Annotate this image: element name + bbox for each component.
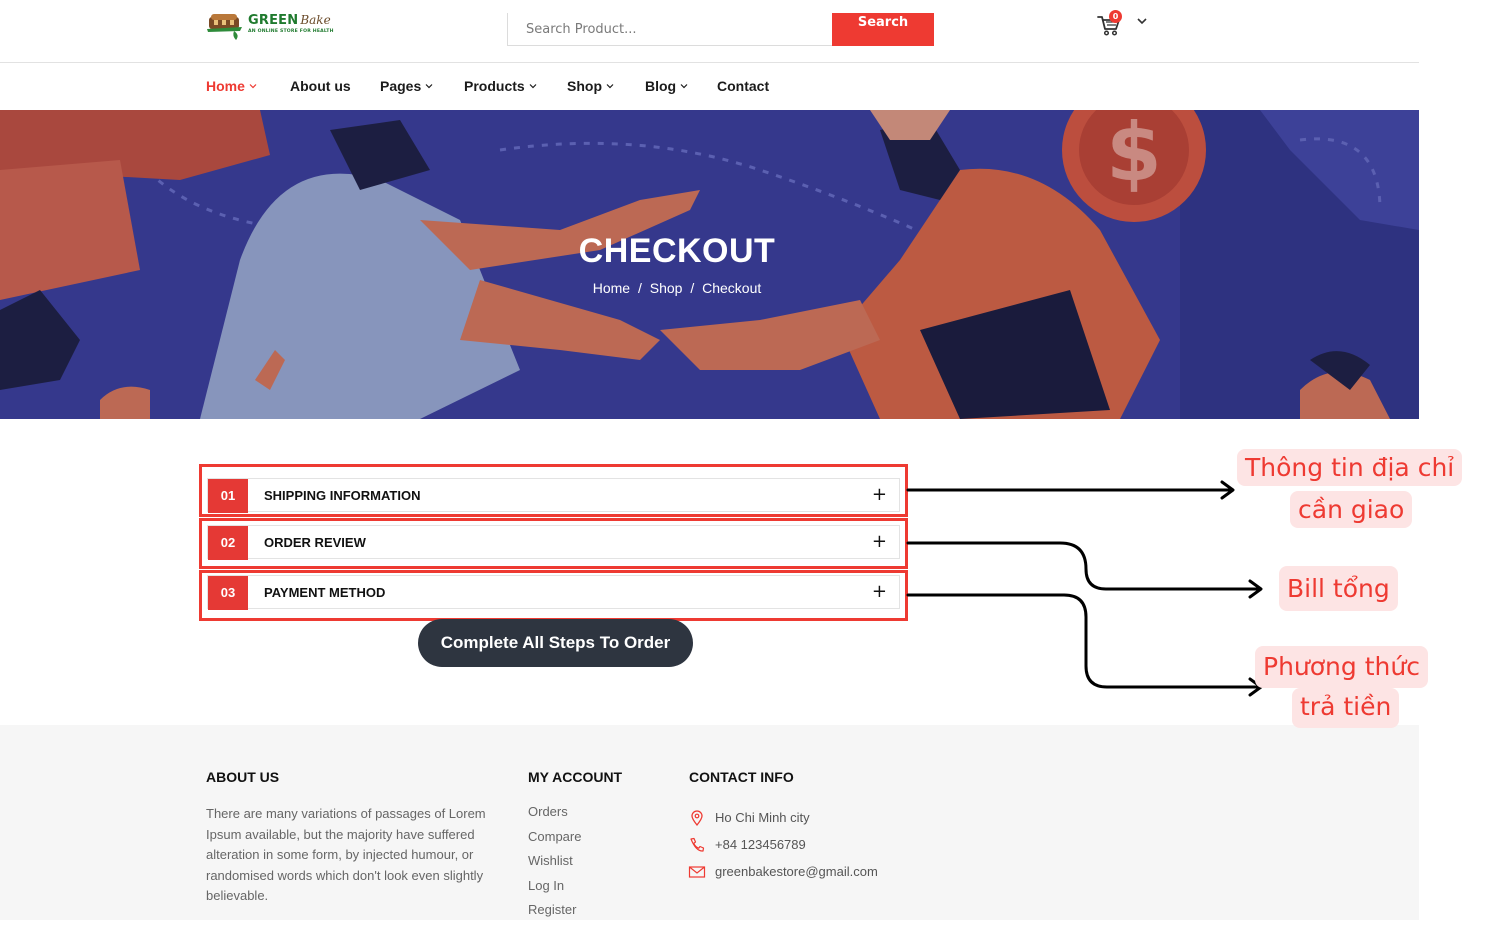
accordion-header-order-review[interactable]: 02 ORDER REVIEW + (207, 525, 900, 560)
chevron-down-icon (249, 84, 257, 89)
accordion-header-payment[interactable]: 03 PAYMENT METHOD + (207, 575, 900, 610)
search-button[interactable]: Search (832, 13, 934, 46)
checkout-step-order-review: 02 ORDER REVIEW + (199, 518, 908, 569)
footer-link-wishlist[interactable]: Wishlist (528, 853, 581, 878)
chevron-down-icon (529, 84, 537, 89)
footer-link-register[interactable]: Register (528, 902, 581, 927)
nav-item-blog[interactable]: Blog (645, 78, 688, 94)
annotation-shipping-line-2: cần giao (1290, 491, 1413, 528)
location-pin-icon (691, 809, 703, 826)
cart-button[interactable]: 0 (1096, 10, 1124, 38)
chevron-down-icon[interactable] (1136, 15, 1148, 27)
cart-count-badge: 0 (1109, 10, 1122, 23)
footer-account-links: Orders Compare Wishlist Log In Register (528, 804, 581, 927)
search-input[interactable] (507, 13, 832, 46)
top-bar: GREEN Bake AN ONLINE STORE FOR HEALTH Sea… (0, 0, 1419, 63)
phone-icon (690, 837, 705, 852)
nav-label: Home (206, 78, 245, 94)
breadcrumb-separator: / (637, 280, 642, 296)
logo-script: Bake (300, 13, 331, 27)
logo-brand: GREEN (248, 13, 299, 28)
checkout-step-shipping: 01 SHIPPING INFORMATION + (199, 464, 908, 517)
nav-label: Blog (645, 78, 677, 94)
search-bar: Search (507, 13, 934, 46)
logo[interactable]: GREEN Bake AN ONLINE STORE FOR HEALTH (206, 9, 334, 41)
bakery-logo-icon (207, 14, 242, 40)
contact-email: greenbakestore@gmail.com (688, 858, 878, 885)
footer: ABOUT US There are many variations of pa… (0, 725, 1419, 920)
hero-banner: $ CHECKOUT Home / Shop / Checkout (0, 110, 1419, 419)
breadcrumb-current: Checkout (702, 280, 762, 296)
nav-label: Shop (567, 78, 602, 94)
step-label: SHIPPING INFORMATION (264, 488, 421, 503)
breadcrumb: Home / Shop / Checkout (0, 280, 1354, 296)
footer-about-text: There are many variations of passages of… (206, 806, 486, 903)
website: GREEN Bake AN ONLINE STORE FOR HEALTH Sea… (0, 0, 1419, 929)
checkout-step-payment: 03 PAYMENT METHOD + (199, 570, 908, 621)
accordion-header-shipping[interactable]: 01 SHIPPING INFORMATION + (207, 478, 900, 513)
breadcrumb-home[interactable]: Home (593, 280, 630, 296)
contact-phone: +84 123456789 (688, 831, 878, 858)
annotation-payment-line-2: trả tiền (1292, 688, 1400, 728)
expand-plus-icon[interactable]: + (872, 483, 887, 507)
footer-account-heading: MY ACCOUNT (528, 769, 623, 785)
expand-plus-icon[interactable]: + (872, 530, 887, 554)
page-title: CHECKOUT (578, 232, 776, 270)
footer-link-orders[interactable]: Orders (528, 804, 581, 829)
annotation-shipping-line-1: Thông tin địa chỉ (1237, 449, 1463, 486)
step-label: PAYMENT METHOD (264, 585, 386, 600)
logo-text: GREEN Bake AN ONLINE STORE FOR HEALTH (248, 9, 334, 34)
logo-tagline: AN ONLINE STORE FOR HEALTH (248, 29, 334, 34)
nav-item-products[interactable]: Products (464, 78, 537, 94)
breadcrumb-separator: / (690, 280, 695, 296)
annotation-payment-line-1: Phương thức (1255, 646, 1428, 688)
nav-label: Pages (380, 78, 422, 94)
nav-item-pages[interactable]: Pages (380, 78, 433, 94)
nav-item-contact[interactable]: Contact (717, 78, 769, 94)
complete-order-button[interactable]: Complete All Steps To Order (418, 619, 693, 667)
nav-item-shop[interactable]: Shop (567, 78, 614, 94)
footer-contact-list: Ho Chi Minh city +84 123456789 greenbake… (688, 804, 878, 885)
step-number: 02 (208, 526, 248, 560)
footer-contact-heading: CONTACT INFO (689, 769, 794, 785)
nav-item-home[interactable]: Home (206, 78, 257, 94)
contact-address: Ho Chi Minh city (688, 804, 878, 831)
chevron-down-icon (425, 84, 433, 89)
step-number: 03 (208, 576, 248, 610)
annotation-order-review: Bill tổng (1279, 566, 1398, 611)
chevron-down-icon (606, 84, 614, 89)
nav-label: About us (290, 78, 351, 94)
contact-address-text: Ho Chi Minh city (715, 810, 810, 825)
contact-phone-text[interactable]: +84 123456789 (715, 837, 806, 852)
main-nav: Home About us Pages Products Shop Blog C… (0, 64, 1419, 110)
footer-link-login[interactable]: Log In (528, 878, 581, 903)
contact-email-text[interactable]: greenbakestore@gmail.com (715, 864, 878, 879)
breadcrumb-shop[interactable]: Shop (650, 280, 683, 296)
nav-item-about[interactable]: About us (290, 78, 351, 94)
footer-about-heading: ABOUT US (206, 769, 280, 785)
step-number: 01 (208, 479, 248, 513)
expand-plus-icon[interactable]: + (872, 580, 887, 604)
nav-label: Products (464, 78, 525, 94)
chevron-down-icon (680, 84, 688, 89)
footer-link-compare[interactable]: Compare (528, 829, 581, 854)
nav-label: Contact (717, 78, 770, 94)
envelope-icon (688, 865, 706, 878)
step-label: ORDER REVIEW (264, 535, 366, 550)
